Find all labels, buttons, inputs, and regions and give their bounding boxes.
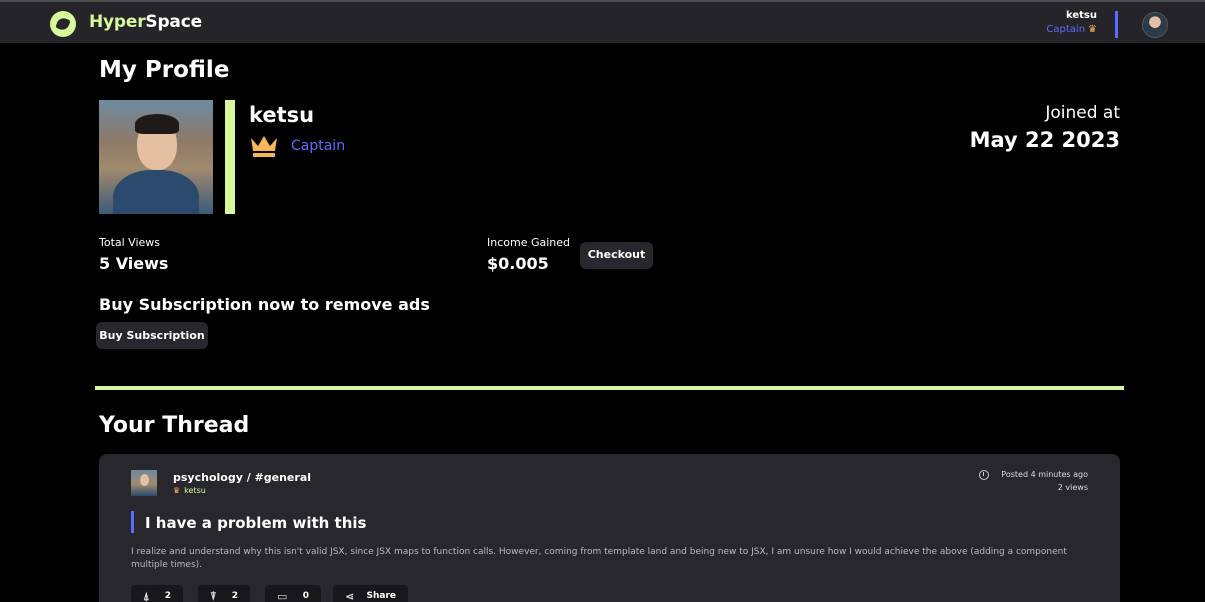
comment-button[interactable]: ▭ 0 (265, 585, 321, 602)
crown-icon: ♛ (1088, 24, 1097, 35)
post-author[interactable]: ♛ ketsu (173, 486, 206, 495)
brand-part2: Space (145, 12, 202, 32)
section-divider (95, 386, 1124, 390)
logo-icon[interactable] (50, 11, 76, 37)
thread-section-title: Your Thread (99, 413, 250, 438)
buy-subscription-button[interactable]: Buy Subscription (96, 322, 208, 349)
dislike-count: 2 (231, 591, 238, 601)
nav-avatar[interactable] (1142, 12, 1168, 38)
joined-date: May 22 2023 (969, 128, 1120, 152)
nav-divider (1115, 11, 1118, 38)
nav-role: Captain ♛ (1046, 24, 1097, 35)
post-body: I realize and understand why this isn't … (131, 547, 1067, 570)
crown-icon (251, 136, 277, 157)
share-button[interactable]: ⋖ Share (333, 585, 408, 602)
profile-role: Captain (291, 138, 346, 154)
profile-name: ketsu (249, 103, 315, 127)
post-title[interactable]: I have a problem with this (145, 514, 366, 532)
checkout-button[interactable]: Checkout (580, 242, 653, 269)
income-value: $0.005 (487, 254, 549, 273)
subscription-heading: Buy Subscription now to remove ads (99, 295, 430, 314)
accent-bar (225, 100, 235, 214)
nav-role-label: Captain (1046, 24, 1086, 35)
page-title: My Profile (99, 57, 230, 83)
total-views-value: 5 Views (99, 254, 169, 273)
post-author-name: ketsu (184, 486, 206, 495)
like-button[interactable]: ⍋ 2 (131, 585, 183, 602)
post-title-accent (131, 511, 134, 533)
post-timestamp: Posted 4 minutes ago (1001, 470, 1088, 479)
comment-icon: ▭ (277, 590, 288, 602)
clock-icon (979, 470, 989, 480)
share-icon: ⋖ (345, 590, 355, 602)
income-label: Income Gained (487, 236, 571, 249)
share-label: Share (366, 591, 396, 601)
thread-card[interactable]: psychology / #general ♛ ketsu Posted 4 mi… (99, 454, 1120, 602)
like-count: 2 (164, 591, 171, 601)
like-icon: ⍋ (143, 590, 150, 602)
dislike-button[interactable]: ⍒ 2 (198, 585, 250, 602)
brand-part1: Hyper (89, 12, 146, 32)
dislike-icon: ⍒ (210, 590, 217, 602)
joined-label: Joined at (1045, 103, 1120, 123)
top-nav: HyperSpace ketsu Captain ♛ (0, 0, 1205, 43)
profile-avatar (99, 100, 213, 214)
post-author-avatar[interactable] (131, 470, 157, 496)
nav-username: ketsu (1065, 10, 1097, 21)
brand-logo[interactable]: HyperSpace (89, 12, 202, 32)
nav-user-info[interactable]: ketsu Captain ♛ (1046, 10, 1097, 35)
comment-count: 0 (302, 591, 309, 601)
crown-icon: ♛ (173, 486, 181, 495)
total-views-label: Total Views (99, 236, 161, 249)
post-views: 2 views (1057, 483, 1088, 492)
post-channel[interactable]: psychology / #general (173, 471, 311, 484)
